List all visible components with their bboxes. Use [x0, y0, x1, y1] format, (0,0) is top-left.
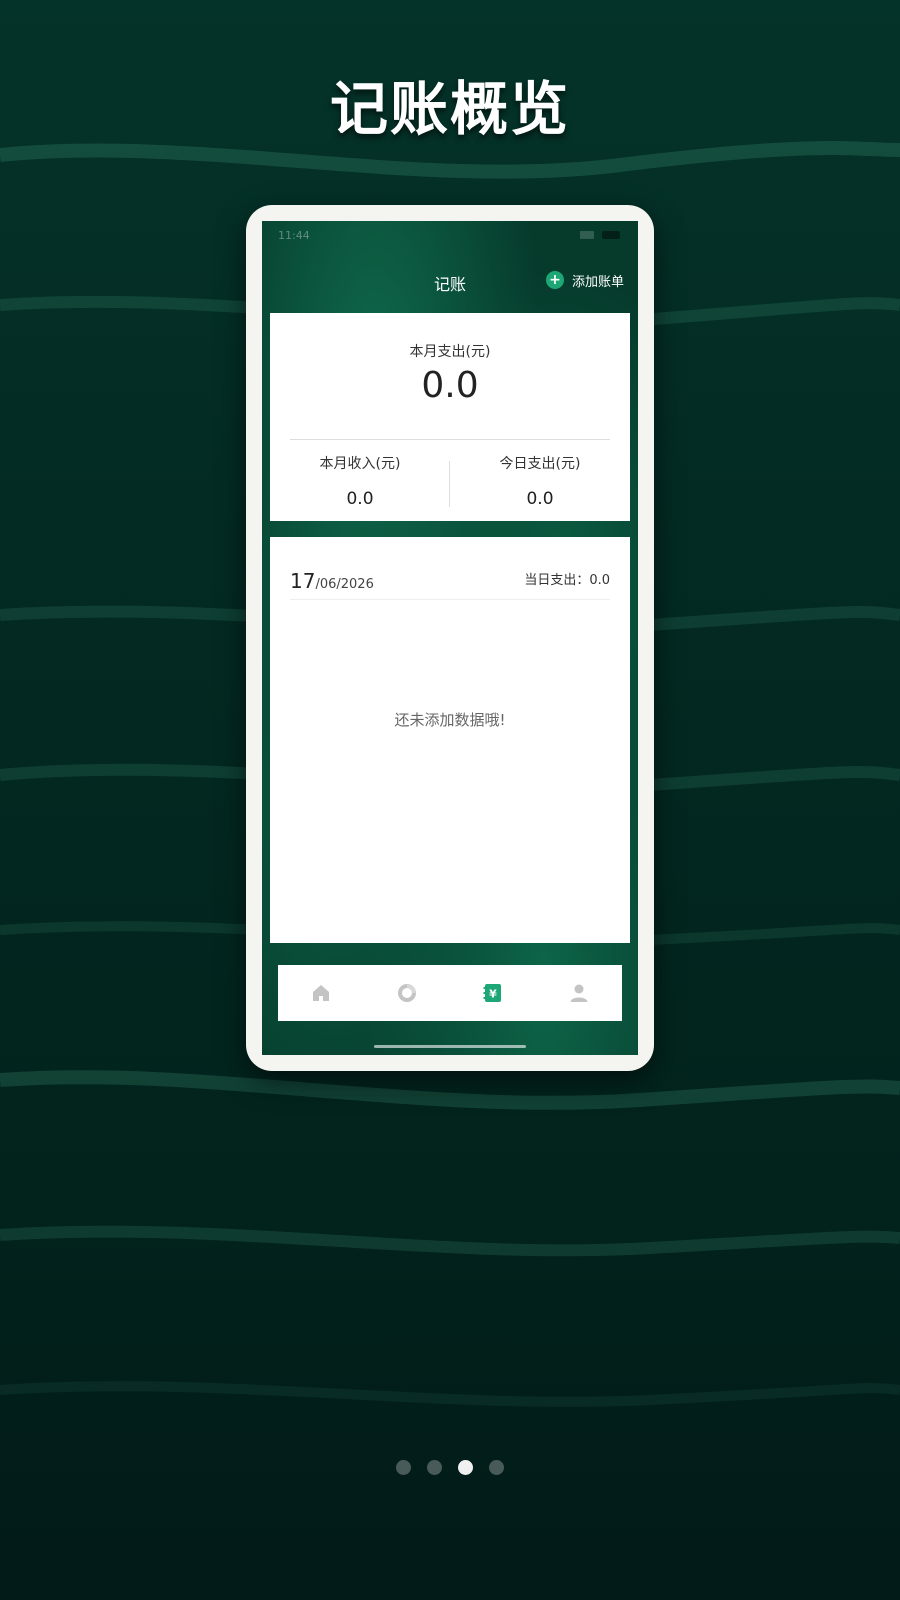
list-divider	[290, 599, 610, 600]
status-time: 11:44	[278, 229, 310, 242]
bottom-nav: ¥	[278, 965, 622, 1021]
app-header: 记账 + 添加账单	[262, 265, 638, 299]
ledger-icon: ¥	[483, 984, 501, 1002]
date-row[interactable]: 17/06/2026 当日支出：0.0	[290, 563, 610, 593]
month-income-block: 本月收入(元) 0.0	[270, 453, 450, 509]
month-income-label: 本月收入(元)	[319, 456, 401, 472]
signal-icon	[580, 231, 594, 239]
page-dot-3[interactable]	[458, 1460, 473, 1475]
month-income-value: 0.0	[346, 489, 374, 509]
home-icon	[313, 985, 329, 1001]
day-expense: 当日支出：0.0	[524, 573, 610, 588]
today-expense-value: 0.0	[526, 489, 554, 509]
date-day: 17	[290, 569, 316, 593]
plus-icon: +	[545, 271, 564, 289]
empty-state-text: 还未添加数据哦!	[394, 711, 506, 729]
add-bill-button[interactable]: + 添加账单	[545, 269, 624, 291]
today-expense-label: 今日支出(元)	[499, 456, 581, 472]
svg-text:¥: ¥	[489, 988, 497, 1001]
page-dot-2[interactable]	[427, 1460, 442, 1475]
month-expense-label: 本月支出(元)	[409, 344, 491, 360]
date-label: 17/06/2026	[290, 569, 374, 593]
bill-list-card: 17/06/2026 当日支出：0.0 还未添加数据哦!	[270, 537, 630, 943]
page-dot-4[interactable]	[489, 1460, 504, 1475]
phone-mockup: 11:44 记账 + 添加账单 本月支出(元) 0.0 本月收入(元) 0.0 …	[246, 205, 654, 1071]
summary-divider	[290, 439, 610, 440]
battery-icon	[602, 231, 620, 239]
month-expense-value: 0.0	[421, 365, 479, 406]
chart-icon	[398, 984, 416, 1002]
summary-card: 本月支出(元) 0.0 本月收入(元) 0.0 今日支出(元) 0.0	[270, 313, 630, 521]
add-bill-label: 添加账单	[571, 274, 624, 290]
nav-home[interactable]	[278, 965, 364, 1021]
today-expense-block: 今日支出(元) 0.0	[450, 453, 630, 509]
nav-chart[interactable]	[364, 965, 450, 1021]
page-dot-1[interactable]	[396, 1460, 411, 1475]
page-title: 记账概览	[329, 75, 570, 143]
nav-ledger[interactable]: ¥	[450, 965, 536, 1021]
date-month-year: /06/2026	[315, 577, 374, 592]
home-indicator	[374, 1045, 526, 1048]
status-bar: 11:44	[262, 221, 638, 249]
user-icon	[570, 984, 588, 1002]
nav-profile[interactable]	[536, 965, 622, 1021]
phone-screen: 11:44 记账 + 添加账单 本月支出(元) 0.0 本月收入(元) 0.0 …	[262, 221, 638, 1055]
page-indicator	[396, 1460, 504, 1475]
